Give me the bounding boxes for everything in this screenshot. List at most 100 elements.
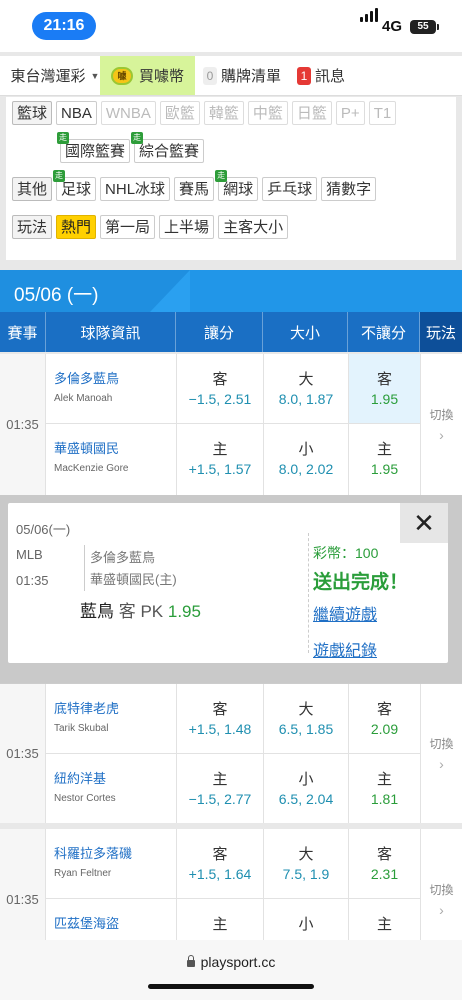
live-badge: 走 — [131, 132, 144, 144]
live-badge: 走 — [53, 170, 66, 182]
filter-popular[interactable]: 熱門 — [56, 215, 97, 239]
switch-play-button[interactable]: 切換 › — [420, 354, 462, 495]
pick-team: 藍鳥 — [80, 602, 114, 621]
game-history-link[interactable]: 遊戲紀錄 — [313, 637, 377, 661]
filter-table-tennis[interactable]: 乒乓球 — [262, 177, 318, 201]
buy-coins-label: 買噱幣 — [138, 68, 184, 85]
total-odds-cell[interactable]: 大 7.5, 1.9 — [263, 829, 348, 898]
moneyline-odds-cell[interactable]: 客 2.31 — [348, 829, 420, 898]
region-dropdown[interactable]: 東台灣運彩 ▼ — [0, 56, 100, 95]
team-info[interactable]: 匹茲堡海盜 — [54, 913, 119, 932]
filter-nhl[interactable]: NHL冰球 — [100, 177, 171, 201]
other-row: 其他 走足球 NHL冰球 賽馬 走網球 乒乓球 猜數字 — [12, 170, 380, 201]
filter-wnba[interactable]: WNBA — [100, 101, 156, 125]
filter-nba[interactable]: NBA — [56, 101, 97, 125]
basketball-label: 籃球 — [12, 101, 53, 125]
col-spread[interactable]: 讓分 — [176, 312, 263, 352]
live-badge: 走 — [215, 170, 228, 182]
network-label: 4G — [382, 18, 403, 35]
spread-odds-cell[interactable]: 主 −1.5, 2.77 — [176, 754, 263, 824]
team-name: 匹茲堡海盜 — [54, 916, 120, 931]
moneyline-odds-cell[interactable]: 客 1.95 — [348, 354, 420, 423]
pick-side: 客 PK — [118, 602, 164, 621]
col-play[interactable]: 玩法 — [420, 312, 462, 352]
spread-odds-cell[interactable]: 客 +1.5, 1.48 — [176, 684, 263, 753]
moneyline-side: 客 — [376, 846, 392, 863]
total-odds-cell[interactable]: 大 6.5, 1.85 — [263, 684, 348, 753]
filter-mixed-basketball-label: 綜合籃賽 — [139, 143, 200, 160]
buy-coins-button[interactable]: 噱買噱幣 — [100, 56, 195, 95]
pitcher-name: Ryan Feltner — [54, 868, 112, 879]
chevron-right-icon: › — [439, 427, 444, 443]
switch-play-button[interactable]: 切換 › — [420, 684, 462, 823]
filter-guess-number[interactable]: 猜數字 — [321, 177, 377, 201]
moneyline-odds-cell[interactable]: 主 1.95 — [348, 424, 420, 495]
filter-first-inning[interactable]: 第一局 — [100, 215, 156, 239]
filter-horse-racing[interactable]: 賽馬 — [174, 177, 215, 201]
filter-intl-basketball[interactable]: 走國際籃賽 — [57, 132, 131, 163]
submit-complete-text: 送出完成！ — [313, 572, 409, 593]
popup-pick: 藍鳥 客 PK 1.95 — [80, 597, 201, 622]
filter-korea-basketball[interactable]: 韓籃 — [203, 101, 244, 125]
col-moneyline[interactable]: 不讓分 — [348, 312, 420, 352]
bet-confirmation-overlay: ✕ 05/06(一) MLB 01:35 多倫多藍鳥 華盛頓國民(主) 藍鳥 客… — [0, 495, 462, 683]
top-nav: 東台灣運彩 ▼ 噱買噱幣 0 購牌清單 1 訊息 — [0, 56, 462, 96]
filter-china-basketball[interactable]: 中籃 — [247, 101, 288, 125]
total-odds-cell[interactable]: 小 8.0, 2.02 — [263, 424, 348, 495]
team-info[interactable]: 科羅拉多落磯 Ryan Feltner — [54, 843, 132, 879]
spread-odds-cell[interactable]: 客 −1.5, 2.51 — [176, 354, 263, 423]
filter-tennis[interactable]: 走網球 — [215, 170, 259, 201]
moneyline-odds: 2.09 — [370, 721, 399, 737]
browser-url-bar[interactable]: playsport.cc — [0, 940, 462, 1000]
spread-odds-cell[interactable]: 主 — [176, 899, 263, 940]
team-row: 多倫多藍鳥 Alek Manoah 客 −1.5, 2.51 大 8.0, 1.87 … — [46, 354, 420, 424]
basketball-row-2: 走國際籃賽 走綜合籃賽 — [57, 132, 208, 163]
moneyline-side: 客 — [376, 371, 392, 388]
pitcher-name: MacKenzie Gore — [54, 463, 129, 474]
clock: 21:16 — [32, 12, 96, 40]
moneyline-odds-cell[interactable]: 主 1.81 — [348, 754, 420, 824]
close-button[interactable]: ✕ — [400, 503, 448, 543]
moneyline-odds: 1.81 — [370, 791, 399, 807]
team-info[interactable]: 華盛頓國民 MacKenzie Gore — [54, 438, 128, 474]
team-info[interactable]: 紐約洋基 Nestor Cortes — [54, 768, 116, 804]
total-odds-cell[interactable]: 小 6.5, 2.04 — [263, 754, 348, 824]
team-info[interactable]: 多倫多藍鳥 Alek Manoah — [54, 368, 119, 404]
game-row: 01:35 科羅拉多落磯 Ryan Feltner 客 +1.5, 1.64 大 7.… — [0, 829, 462, 969]
team-info[interactable]: 底特律老虎 Tarik Skubal — [54, 698, 119, 734]
filter-home-away-total[interactable]: 主客大小 — [218, 215, 289, 239]
bet-confirmation-popup: ✕ 05/06(一) MLB 01:35 多倫多藍鳥 華盛頓國民(主) 藍鳥 客… — [8, 503, 448, 663]
chevron-right-icon: › — [439, 756, 444, 772]
col-total[interactable]: 大小 — [263, 312, 348, 352]
moneyline-odds-cell[interactable]: 客 2.09 — [348, 684, 420, 753]
filter-first-half[interactable]: 上半場 — [159, 215, 215, 239]
filter-euro-basketball[interactable]: 歐籃 — [159, 101, 200, 125]
cart-button[interactable]: 0 購牌清單 — [195, 56, 289, 95]
filter-tennis-label: 網球 — [223, 181, 254, 198]
filter-t1[interactable]: T1 — [368, 101, 397, 125]
filter-soccer-label: 足球 — [61, 181, 92, 198]
messages-button[interactable]: 1 訊息 — [289, 56, 353, 95]
moneyline-odds-cell[interactable]: 主 — [348, 899, 420, 940]
divider — [308, 533, 309, 653]
total-odds-cell[interactable]: 大 8.0, 1.87 — [263, 354, 348, 423]
basketball-row: 籃球 NBA WNBA 歐籃 韓籃 中籃 日籃 P+ T1 — [12, 101, 400, 125]
spread-odds-cell[interactable]: 客 +1.5, 1.64 — [176, 829, 263, 898]
col-event: 賽事 — [0, 312, 46, 352]
total-odds-cell[interactable]: 小 — [263, 899, 348, 940]
filter-soccer[interactable]: 走足球 — [53, 170, 97, 201]
filter-intl-basketball-label: 國際籃賽 — [65, 143, 126, 160]
cart-label: 購牌清單 — [221, 68, 282, 85]
region-label: 東台灣運彩 — [10, 68, 86, 85]
filter-p-plus[interactable]: P+ — [335, 101, 365, 125]
moneyline-odds: 2.31 — [370, 866, 399, 882]
spread-odds: +1.5, 1.48 — [188, 721, 252, 737]
col-team-info: 球隊資訊 — [46, 312, 176, 352]
home-indicator[interactable] — [148, 984, 314, 989]
live-badge: 走 — [57, 132, 69, 144]
spread-odds-cell[interactable]: 主 +1.5, 1.57 — [176, 424, 263, 495]
team-row: 底特律老虎 Tarik Skubal 客 +1.5, 1.48 大 6.5, 1.85… — [46, 684, 420, 754]
continue-game-link[interactable]: 繼續遊戲 — [313, 601, 377, 625]
filter-mixed-basketball[interactable]: 走綜合籃賽 — [131, 132, 205, 163]
filter-japan-basketball[interactable]: 日籃 — [291, 101, 332, 125]
